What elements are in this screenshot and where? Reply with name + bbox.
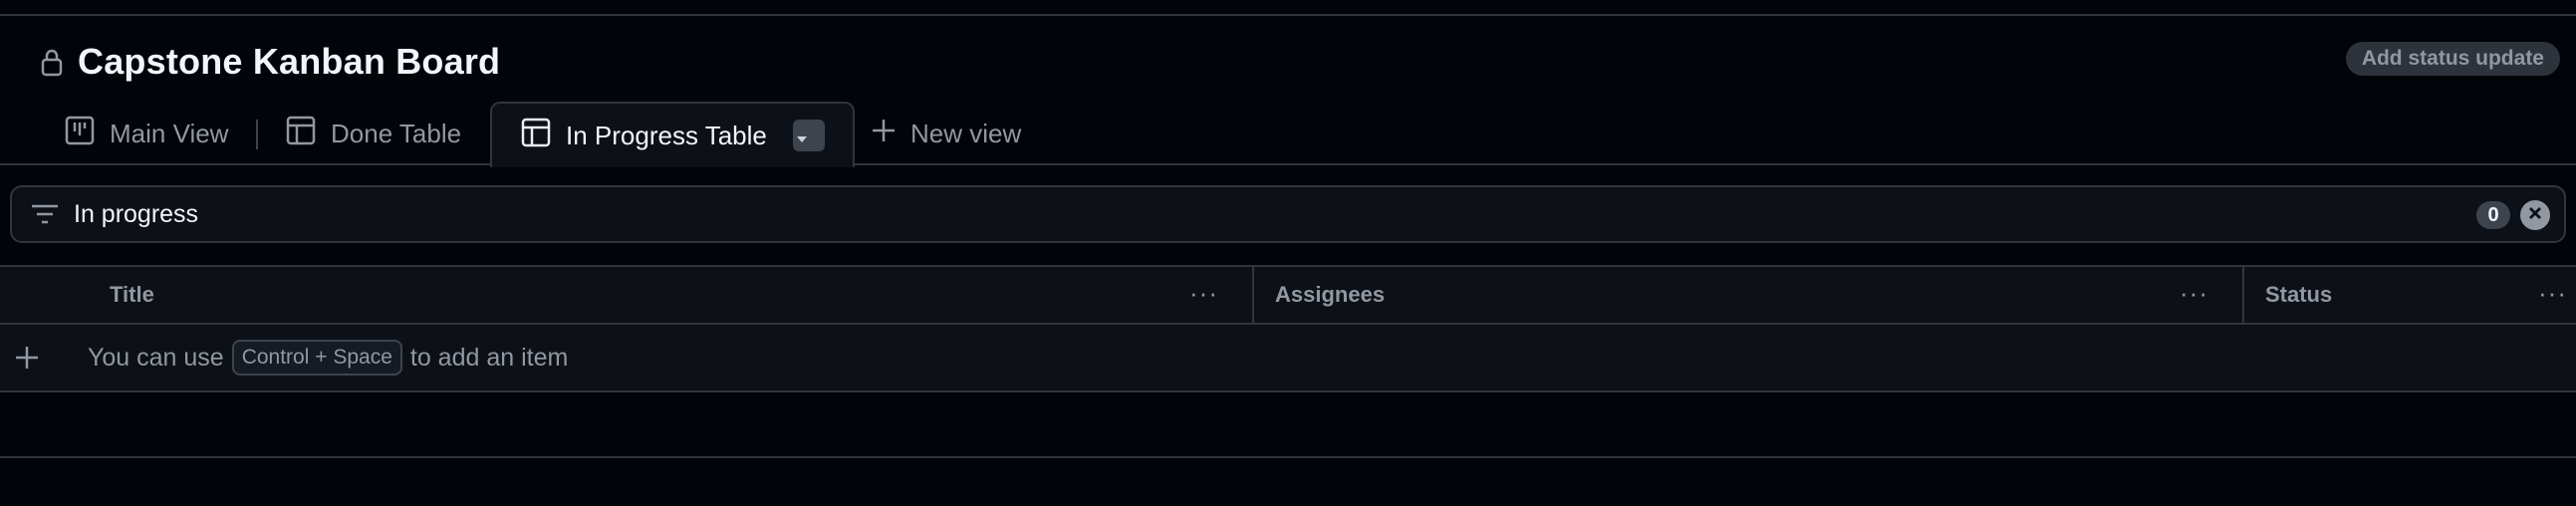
top-divider [0,14,2576,16]
tab-main-view[interactable]: Main View [64,102,228,165]
column-header-status[interactable]: Status [2265,267,2332,323]
column-header-title[interactable]: Title [110,267,154,323]
tab-label: New view [910,118,1022,148]
plus-icon [871,118,910,150]
close-icon [2528,206,2542,225]
lock-icon [38,45,66,79]
view-options-button[interactable] [792,120,825,151]
table-icon [520,117,566,155]
triangle-down-icon [795,121,823,151]
column-resize-handle[interactable] [1252,267,1254,323]
tab-in-progress-table[interactable]: In Progress Table [490,102,855,167]
table-header: Title ··· Assignees ··· Status ··· [0,265,2576,325]
view-tabs: Main View Done Table In Progress Table N… [0,102,2576,167]
filter-icon [30,203,60,225]
column-header-assignees[interactable]: Assignees [1275,267,1385,323]
column-menu-title[interactable]: ··· [1189,280,1218,306]
hint-prefix: You can use [88,343,224,372]
add-status-update-button[interactable]: Add status update [2345,42,2560,76]
keyboard-shortcut: Control + Space [231,340,402,376]
table-icon [285,115,331,153]
items-table: Title ··· Assignees ··· Status ··· You c… [0,265,2576,458]
tab-label: Done Table [331,118,462,148]
add-item-plus-icon[interactable] [14,345,40,371]
filter-result-count: 0 [2476,201,2510,229]
board-icon [64,115,110,153]
tab-separator [256,120,258,149]
filter-bar[interactable]: In progress 0 [10,185,2566,243]
tab-label: In Progress Table [566,120,767,150]
add-item-hint[interactable]: You can use Control + Space to add an it… [88,325,568,390]
add-item-row[interactable]: You can use Control + Space to add an it… [0,325,2576,392]
clear-filter-button[interactable] [2520,200,2550,230]
project-title: Capstone Kanban Board [78,41,501,82]
tab-label: Main View [110,118,229,148]
column-menu-status[interactable]: ··· [2538,280,2567,306]
filter-input[interactable]: In progress [74,200,198,229]
tab-done-table[interactable]: Done Table [285,102,461,165]
column-menu-assignees[interactable]: ··· [2180,280,2208,306]
column-resize-handle[interactable] [2242,267,2244,323]
empty-table-row [0,392,2576,458]
project-header: Capstone Kanban Board [38,38,500,86]
new-view-button[interactable]: New view [871,102,1021,165]
hint-suffix: to add an item [409,343,569,372]
